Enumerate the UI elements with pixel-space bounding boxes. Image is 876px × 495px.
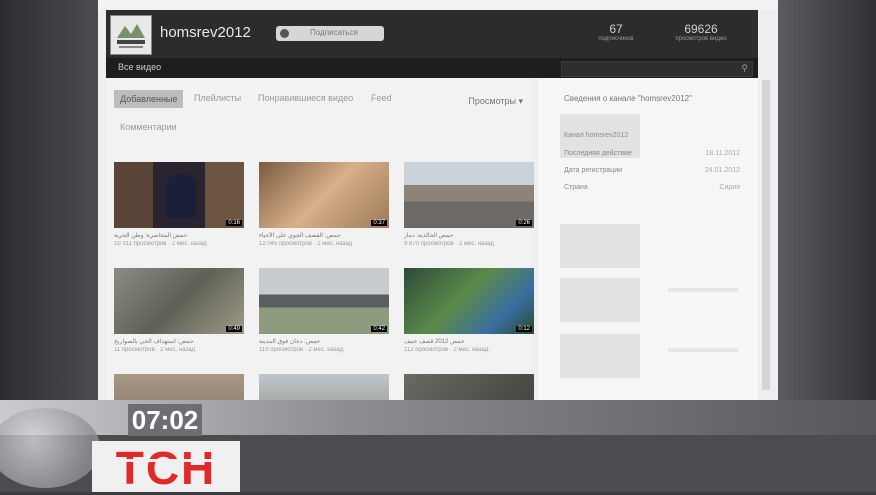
background-right bbox=[776, 0, 876, 400]
video-item[interactable]: 0:37 حمص: القصف الجوي على الأحياء 12 045… bbox=[259, 162, 389, 247]
video-item[interactable]: 0:26 حمص الخالدية: دمار 9 870 просмотров… bbox=[404, 162, 534, 247]
sort-dropdown[interactable]: Просмотры ▾ bbox=[468, 96, 523, 107]
featured-channel-label bbox=[668, 348, 738, 352]
channel-search-input[interactable]: ⚲ bbox=[561, 61, 753, 77]
video-item[interactable] bbox=[259, 374, 389, 400]
views-stat: 69626 просмотров видео bbox=[656, 22, 746, 42]
video-duration: 0:49 bbox=[226, 326, 242, 332]
video-thumbnail[interactable] bbox=[114, 374, 244, 400]
video-thumbnail[interactable] bbox=[404, 374, 534, 400]
info-value: Сирия bbox=[719, 184, 740, 191]
monitor-screen: homsrev2012 Подписаться 67 подписчиков 6… bbox=[98, 0, 778, 400]
video-item[interactable] bbox=[404, 374, 534, 400]
tab-playlists[interactable]: Плейлисты bbox=[194, 93, 241, 103]
video-duration: 0:26 bbox=[516, 220, 532, 226]
info-row-country: Страна Сирия bbox=[564, 184, 754, 191]
search-icon[interactable]: ⚲ bbox=[741, 63, 748, 74]
info-row-channel: Канал homsrev2012 bbox=[564, 132, 754, 139]
globe-graphic bbox=[0, 408, 100, 488]
video-duration: 0:42 bbox=[371, 326, 387, 332]
video-title[interactable]: حمص: دخان فوق المدينة bbox=[259, 338, 389, 345]
featured-channel-thumbnail[interactable] bbox=[560, 224, 640, 268]
page-scrollbar[interactable] bbox=[762, 80, 770, 390]
browser-top-strip bbox=[98, 0, 778, 10]
video-thumbnail[interactable]: 0:16 bbox=[114, 162, 244, 228]
channel-header: homsrev2012 Подписаться 67 подписчиков 6… bbox=[106, 10, 758, 58]
subscribe-button[interactable]: Подписаться bbox=[276, 26, 384, 41]
all-videos-link[interactable]: Все видео bbox=[118, 62, 161, 72]
channel-info-title: Сведения о канале "homsrev2012" bbox=[564, 94, 692, 103]
channel-navbar: Все видео ⚲ bbox=[106, 58, 758, 78]
video-thumbnail[interactable]: 0:37 bbox=[259, 162, 389, 228]
info-value: 18.11.2012 bbox=[705, 150, 740, 157]
video-item[interactable] bbox=[114, 374, 244, 400]
info-label: Страна bbox=[564, 184, 588, 191]
channel-name[interactable]: homsrev2012 bbox=[160, 24, 251, 41]
tsn-logo: ТСН bbox=[115, 442, 217, 494]
subscribers-label: подписчиков bbox=[598, 36, 634, 42]
video-item[interactable]: 0:12 حمص 2012 قصف عنيف 112 просмотров · … bbox=[404, 268, 534, 353]
video-meta: 12 045 просмотров · 2 мес. назад bbox=[259, 241, 353, 247]
videos-panel: Добавленные Плейлисты Понравившиеся виде… bbox=[106, 78, 534, 400]
channel-avatar[interactable] bbox=[110, 15, 152, 55]
subscribers-count: 67 bbox=[609, 22, 623, 36]
tab-feed[interactable]: Feed bbox=[371, 93, 392, 103]
broadcast-clock: 07:02 bbox=[131, 405, 199, 435]
video-meta: 9 870 просмотров · 2 мес. назад bbox=[404, 241, 494, 247]
tab-liked[interactable]: Понравившиеся видео bbox=[258, 93, 353, 103]
views-label: просмотров видео bbox=[675, 36, 727, 42]
views-count: 69626 bbox=[684, 22, 718, 36]
info-label: Последняя действие bbox=[564, 150, 632, 157]
video-thumbnail[interactable]: 0:12 bbox=[404, 268, 534, 334]
revolution-logo-icon bbox=[111, 16, 151, 54]
video-title[interactable]: حمص: القصف الجوي على الأحياء bbox=[259, 232, 389, 239]
video-meta: 10 311 просмотров · 2 мес. назад bbox=[114, 241, 207, 247]
subscribe-icon bbox=[280, 29, 289, 38]
video-meta: 112 просмотров · 2 мес. назад bbox=[404, 347, 489, 353]
background-left bbox=[0, 0, 98, 400]
video-meta: 119 просмотров · 2 мес. назад bbox=[259, 347, 344, 353]
channel-info-sidebar: Сведения о канале "homsrev2012" Канал ho… bbox=[538, 78, 758, 400]
tsn-logo-stripe bbox=[92, 459, 240, 462]
video-thumbnail[interactable]: 0:42 bbox=[259, 268, 389, 334]
video-duration: 0:12 bbox=[516, 326, 532, 332]
video-duration: 0:16 bbox=[226, 220, 242, 226]
tab-uploads[interactable]: Добавленные bbox=[114, 90, 184, 108]
featured-channel-thumbnail[interactable] bbox=[560, 278, 640, 322]
subscribers-stat: 67 подписчиков bbox=[586, 22, 646, 42]
video-item[interactable]: 0:49 حمص: استهداف الحي بالصواريخ 11 прос… bbox=[114, 268, 244, 353]
info-row-joined: Дата регистрации 24.01.2012 bbox=[564, 167, 754, 174]
info-value: 24.01.2012 bbox=[704, 167, 740, 174]
featured-channel-label bbox=[668, 288, 738, 292]
video-title[interactable]: حمص: استهداف الحي بالصواريخ bbox=[114, 338, 244, 345]
info-row-last-activity: Последняя действие 18.11.2012 bbox=[564, 150, 754, 157]
tab-comments[interactable]: Комментарии bbox=[120, 122, 177, 132]
video-item[interactable]: 0:16 حمص المحاصرة: وطن الحرية 10 311 про… bbox=[114, 162, 244, 247]
subscribe-label: Подписаться bbox=[310, 28, 358, 37]
info-label: Канал homsrev2012 bbox=[564, 132, 629, 139]
video-thumbnail[interactable]: 0:26 bbox=[404, 162, 534, 228]
video-item[interactable]: 0:42 حمص: دخان فوق المدينة 119 просмотро… bbox=[259, 268, 389, 353]
video-title[interactable]: حمص الخالدية: دمار bbox=[404, 232, 534, 239]
video-title[interactable]: حمص المحاصرة: وطن الحرية bbox=[114, 232, 244, 239]
video-title[interactable]: حمص 2012 قصف عنيف bbox=[404, 338, 534, 345]
video-duration: 0:37 bbox=[371, 220, 387, 226]
video-thumbnail[interactable]: 0:49 bbox=[114, 268, 244, 334]
video-meta: 11 просмотров · 2 мес. назад bbox=[114, 347, 196, 353]
video-thumbnail[interactable] bbox=[259, 374, 389, 400]
featured-channel-thumbnail[interactable] bbox=[560, 334, 640, 378]
info-label: Дата регистрации bbox=[564, 167, 623, 174]
